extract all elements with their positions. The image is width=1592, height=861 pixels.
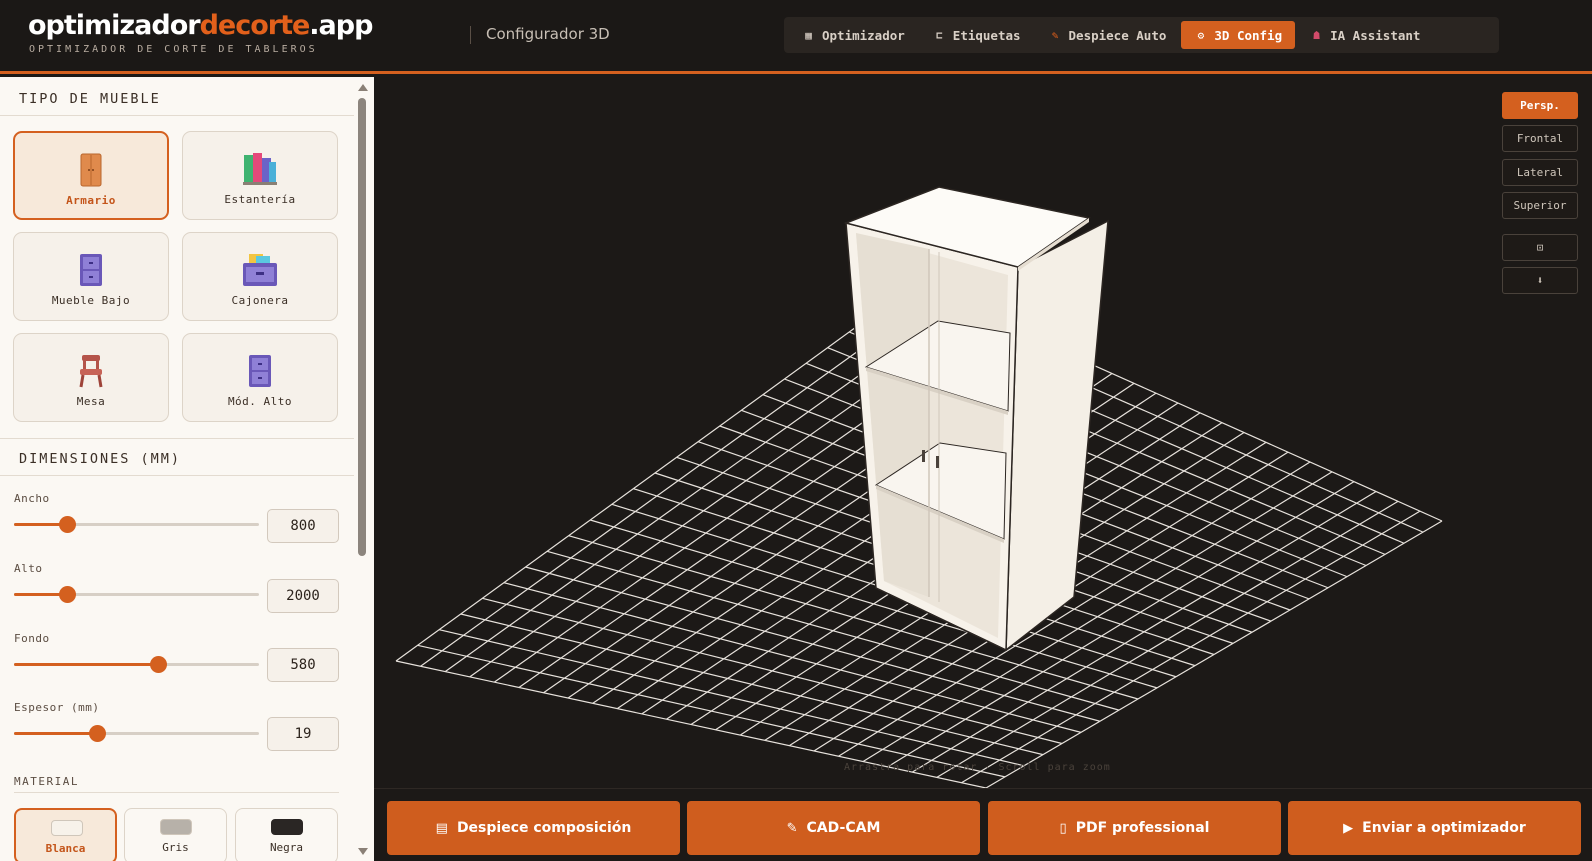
main-nav: ▦ Optimizador ⊏ Etiquetas ✎ Despiece Aut… bbox=[784, 17, 1499, 53]
type-card-armario[interactable]: Armario bbox=[13, 131, 169, 220]
app-header: optimizadordecorte.app OPTIMIZADOR DE CO… bbox=[0, 0, 1592, 74]
viewport-hint: Arrastra para rotar · Scroll para zoom bbox=[844, 762, 1111, 773]
type-label: Mesa bbox=[76, 395, 106, 408]
type-card-estanteria[interactable]: Estantería bbox=[182, 131, 338, 220]
section-divider bbox=[0, 475, 354, 476]
section-divider bbox=[0, 438, 354, 439]
section-title-material: MATERIAL bbox=[14, 775, 79, 788]
drawer-icon bbox=[183, 253, 337, 287]
robot-icon: ☗ bbox=[1313, 28, 1320, 42]
section-title-tipo: TIPO DE MUEBLE bbox=[19, 91, 161, 107]
tall-module-icon bbox=[183, 354, 337, 388]
clipboard-icon: ▤ bbox=[435, 820, 448, 836]
slider-espesor[interactable] bbox=[14, 725, 259, 742]
section-title-dimensiones: DIMENSIONES (MM) bbox=[19, 451, 182, 467]
dim-label-alto: Alto bbox=[14, 562, 43, 575]
despiece-composicion-button[interactable]: ▤ Despiece composición bbox=[387, 801, 680, 855]
viewport-3d[interactable] bbox=[374, 77, 1592, 788]
page-subtitle: Configurador 3D bbox=[486, 25, 610, 43]
button-label: PDF professional bbox=[1075, 820, 1210, 836]
header-divider bbox=[470, 26, 471, 44]
slider-ancho[interactable] bbox=[14, 516, 259, 533]
dim-label-espesor: Espesor (mm) bbox=[14, 701, 100, 714]
material-swatch bbox=[271, 819, 303, 835]
dim-label-fondo: Fondo bbox=[14, 632, 50, 645]
cabinet-icon bbox=[14, 253, 168, 287]
section-divider bbox=[0, 115, 354, 116]
button-label: CAD-CAM bbox=[806, 820, 881, 836]
brand-text-1: optimizador bbox=[28, 10, 201, 41]
scroll-up-icon[interactable] bbox=[358, 84, 368, 91]
type-label: Mueble Bajo bbox=[51, 294, 131, 307]
tab-label: Despiece Auto bbox=[1068, 27, 1167, 43]
document-icon: ▯ bbox=[1059, 820, 1067, 836]
tab-3d-config[interactable]: ⚙ 3D Config bbox=[1181, 21, 1296, 49]
download-icon[interactable]: ⬇ bbox=[1502, 267, 1578, 294]
material-swatch bbox=[160, 819, 192, 835]
slider-thumb[interactable] bbox=[150, 656, 168, 673]
tab-label: Optimizador bbox=[822, 27, 905, 43]
brand-text-2: decorte bbox=[199, 10, 311, 41]
type-card-mueble-bajo[interactable]: Mueble Bajo bbox=[13, 232, 169, 321]
scene-canvas[interactable] bbox=[374, 77, 1592, 788]
grid-icon: ▦ bbox=[805, 28, 812, 42]
scroll-down-icon[interactable] bbox=[358, 848, 368, 855]
tag-icon: ⊏ bbox=[935, 28, 943, 42]
view-superior-button[interactable]: Superior bbox=[1502, 192, 1578, 219]
material-blanca[interactable]: Blanca bbox=[14, 808, 117, 861]
input-ancho[interactable]: 800 bbox=[267, 509, 339, 543]
material-swatch bbox=[51, 820, 83, 836]
slider-alto[interactable] bbox=[14, 586, 259, 603]
slider-thumb[interactable] bbox=[88, 725, 106, 742]
button-label: Despiece composición bbox=[456, 820, 632, 836]
view-perspective-button[interactable]: Persp. bbox=[1502, 92, 1578, 119]
enviar-optimizador-button[interactable]: ▶ Enviar a optimizador bbox=[1288, 801, 1581, 855]
tab-label: 3D Config bbox=[1214, 27, 1283, 43]
input-fondo[interactable]: 580 bbox=[267, 648, 339, 682]
type-card-mod-alto[interactable]: Mód. Alto bbox=[182, 333, 338, 422]
type-label: Mód. Alto bbox=[227, 395, 293, 408]
books-icon bbox=[183, 152, 337, 186]
material-label: Blanca bbox=[45, 842, 86, 855]
type-card-cajonera[interactable]: Cajonera bbox=[182, 232, 338, 321]
type-label: Armario bbox=[66, 194, 116, 207]
input-alto[interactable]: 2000 bbox=[267, 579, 339, 613]
material-label: Negra bbox=[269, 841, 304, 854]
view-frontal-button[interactable]: Frontal bbox=[1502, 125, 1578, 152]
scroll-thumb[interactable] bbox=[358, 98, 366, 556]
slider-fondo[interactable] bbox=[14, 656, 259, 673]
section-divider bbox=[14, 792, 339, 793]
tab-label: IA Assistant bbox=[1330, 27, 1421, 43]
gear-icon: ⚙ bbox=[1197, 28, 1205, 42]
dim-label-ancho: Ancho bbox=[14, 492, 50, 505]
brand-tagline: OPTIMIZADOR DE CORTE DE TABLEROS bbox=[29, 44, 318, 55]
tab-ia-assistant[interactable]: ☗ IA Assistant bbox=[1297, 21, 1433, 49]
chair-icon bbox=[14, 354, 168, 388]
tab-etiquetas[interactable]: ⊏ Etiquetas bbox=[920, 21, 1034, 49]
material-gris[interactable]: Gris bbox=[124, 808, 227, 861]
fit-view-icon[interactable]: ⊡ bbox=[1502, 234, 1578, 261]
cad-cam-button[interactable]: ✎ CAD-CAM bbox=[687, 801, 980, 855]
material-label: Gris bbox=[162, 841, 189, 854]
type-label: Estantería bbox=[224, 193, 296, 206]
tab-optimizador[interactable]: ▦ Optimizador bbox=[789, 21, 918, 49]
sidebar-scrollbar[interactable] bbox=[356, 80, 368, 861]
play-icon: ▶ bbox=[1343, 820, 1354, 836]
brand-text-3: .app bbox=[309, 10, 373, 41]
button-label: Enviar a optimizador bbox=[1362, 820, 1526, 836]
pencil-icon: ✎ bbox=[1051, 28, 1059, 42]
wardrobe-model bbox=[843, 186, 1109, 652]
wardrobe-icon bbox=[15, 153, 167, 187]
material-negra[interactable]: Negra bbox=[235, 808, 338, 861]
wrench-icon: ✎ bbox=[786, 820, 798, 836]
pdf-professional-button[interactable]: ▯ PDF professional bbox=[988, 801, 1281, 855]
brand-logo[interactable]: optimizadordecorte.app bbox=[28, 10, 373, 41]
input-espesor[interactable]: 19 bbox=[267, 717, 339, 751]
tab-label: Etiquetas bbox=[952, 27, 1021, 43]
tab-despiece-auto[interactable]: ✎ Despiece Auto bbox=[1036, 21, 1180, 49]
type-card-mesa[interactable]: Mesa bbox=[13, 333, 169, 422]
type-label: Cajonera bbox=[231, 294, 289, 307]
view-lateral-button[interactable]: Lateral bbox=[1502, 159, 1578, 186]
